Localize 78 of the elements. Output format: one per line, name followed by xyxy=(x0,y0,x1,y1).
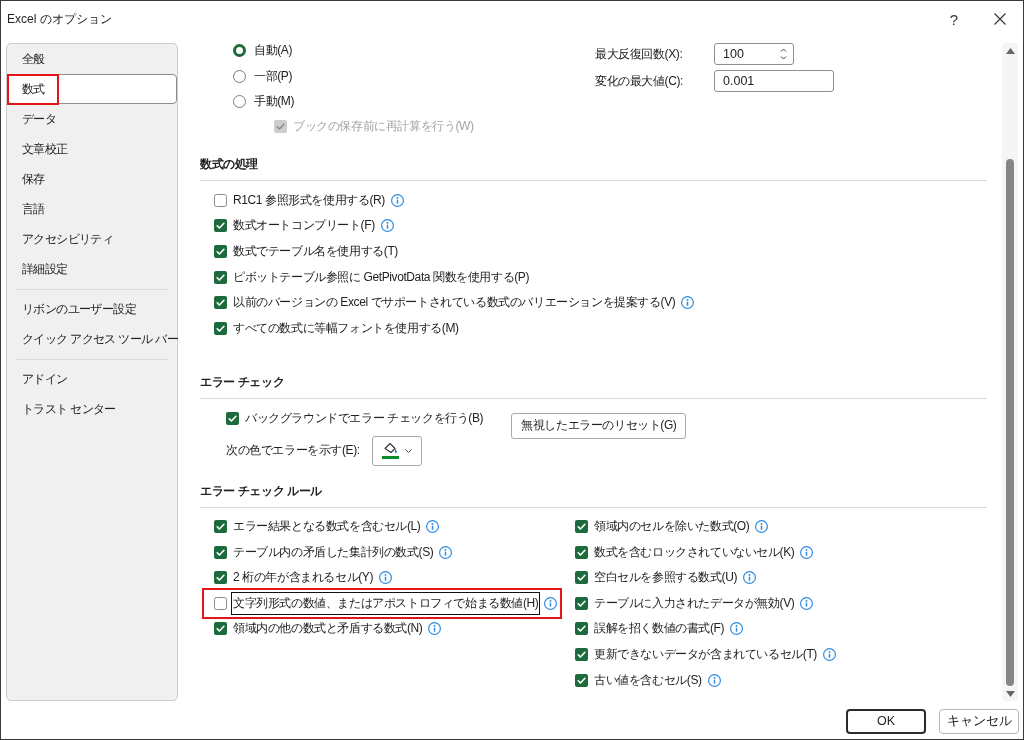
option-label[interactable]: 数式でテーブル名を使用する(T) xyxy=(231,240,400,264)
sidebar-item[interactable]: 詳細設定 xyxy=(7,254,177,284)
checkbox[interactable] xyxy=(214,520,227,533)
option-label[interactable]: 誤解を招く数値の書式(F) xyxy=(592,617,727,641)
option-label[interactable]: テーブル内の矛盾した集計列の数式(S) xyxy=(231,540,436,564)
iterations-field[interactable]: 100 xyxy=(714,43,794,65)
option-label[interactable]: 以前のバージョンの Excel でサポートされている数式のバリエーションを提案する(V) xyxy=(231,291,678,315)
radio-button[interactable] xyxy=(233,94,246,108)
option-label[interactable]: R1C1 参照形式を使用する(R) xyxy=(231,188,387,212)
scroll-down-arrow-icon[interactable] xyxy=(1005,691,1015,697)
option-label[interactable]: バックグラウンドでエラー チェックを行う(B) xyxy=(245,410,484,428)
option-label[interactable]: すべての数式に等幅フォントを使用する(M) xyxy=(231,316,461,340)
close-icon xyxy=(994,13,1006,25)
max-change-field[interactable]: 0.001 xyxy=(714,70,834,92)
checkbox[interactable] xyxy=(214,245,227,259)
scroll-up-arrow-icon[interactable] xyxy=(1005,48,1015,54)
dialog-button[interactable]: キャンセル xyxy=(939,708,1019,734)
checkbox[interactable] xyxy=(575,571,588,585)
checkbox[interactable] xyxy=(214,193,227,207)
option-label[interactable]: テーブルに入力されたデータが無効(V) xyxy=(592,591,797,615)
option-label[interactable]: 2 桁の年が含まれるセル(Y) xyxy=(231,566,375,590)
radio-button[interactable] xyxy=(233,44,246,58)
field-label: 最大反復回数(X): xyxy=(595,45,684,63)
radio-label[interactable]: 自動(A) xyxy=(254,43,292,60)
dialog-button[interactable]: OK xyxy=(846,708,926,734)
sidebar-item[interactable]: クイック アクセス ツール バー xyxy=(7,324,177,354)
checkbox[interactable] xyxy=(214,321,227,335)
section-heading: エラー チェック ルール xyxy=(200,480,987,508)
option-label[interactable]: 領域内の他の数式と矛盾する数式(N) xyxy=(231,617,425,641)
spin-arrows-icon[interactable] xyxy=(780,47,787,61)
sidebar-item[interactable]: 全般 xyxy=(7,44,177,74)
sidebar-item[interactable]: 数式 xyxy=(7,74,177,104)
window-title: Excel のオプション xyxy=(7,10,112,28)
option-label[interactable]: 古い値を含むセル(S) xyxy=(592,668,704,692)
option-label[interactable]: 空白セルを参照する数式(U) xyxy=(592,566,740,590)
radio-label[interactable]: 手動(M) xyxy=(254,92,294,110)
sidebar-item[interactable]: リボンのユーザー設定 xyxy=(7,294,177,324)
checkbox[interactable] xyxy=(214,622,227,636)
checkbox[interactable] xyxy=(575,673,588,687)
checkbox[interactable] xyxy=(214,270,227,284)
checkbox[interactable] xyxy=(214,596,227,610)
scroll-thumb[interactable] xyxy=(1006,159,1014,686)
error-color-button[interactable] xyxy=(371,435,422,466)
sidebar-item[interactable]: データ xyxy=(7,104,177,134)
checkbox[interactable] xyxy=(575,545,588,559)
checkbox[interactable] xyxy=(575,520,588,533)
caret-icon xyxy=(404,448,412,453)
help-button[interactable]: ? xyxy=(931,2,977,36)
option-label[interactable]: 更新できないデータが含まれているセル(T) xyxy=(592,643,819,666)
checkbox[interactable] xyxy=(575,648,588,661)
checkbox[interactable] xyxy=(214,296,227,310)
paint-bucket-icon xyxy=(382,442,398,456)
field-label: 次の色でエラーを示す(E): xyxy=(226,442,360,460)
sidebar-item[interactable]: 言語 xyxy=(7,194,177,224)
radio-button[interactable] xyxy=(233,69,246,83)
option-label[interactable]: エラー結果となる数式を含むセル(L) xyxy=(231,515,423,538)
option-label[interactable]: 数式を含むロックされていないセル(K) xyxy=(592,540,797,564)
checkbox[interactable] xyxy=(214,545,227,559)
sidebar-item[interactable]: トラスト センター xyxy=(7,394,177,424)
sidebar-item[interactable]: アクセシビリティ xyxy=(7,224,177,254)
checkbox[interactable] xyxy=(214,219,227,233)
sidebar-item[interactable]: アドイン xyxy=(7,364,177,394)
checkbox[interactable] xyxy=(575,596,588,610)
option-label[interactable]: 数式オートコンプリート(F) xyxy=(231,214,377,238)
checkbox[interactable] xyxy=(575,622,588,636)
checkbox[interactable] xyxy=(226,412,239,426)
option-label[interactable]: 文字列形式の数値、またはアポストロフィで始まる数値(H) xyxy=(231,591,541,615)
checkbox[interactable] xyxy=(214,571,227,585)
reset-ignored-errors-button[interactable]: 無視したエラーのリセット(G) xyxy=(511,412,687,439)
scrollbar[interactable] xyxy=(1002,43,1018,701)
radio-label[interactable]: 一部(P) xyxy=(254,67,292,85)
section-heading: 数式の処理 xyxy=(200,153,987,181)
sidebar-item[interactable]: 保存 xyxy=(7,164,177,194)
field-label: 変化の最大値(C): xyxy=(595,72,684,90)
option-label[interactable]: ピボットテーブル参照に GetPivotData 関数を使用する(P) xyxy=(231,265,532,289)
option-label[interactable]: 領域内のセルを除いた数式(O) xyxy=(592,515,752,538)
section-heading: エラー チェック xyxy=(200,372,987,400)
sidebar-item[interactable]: 文章校正 xyxy=(7,134,177,164)
